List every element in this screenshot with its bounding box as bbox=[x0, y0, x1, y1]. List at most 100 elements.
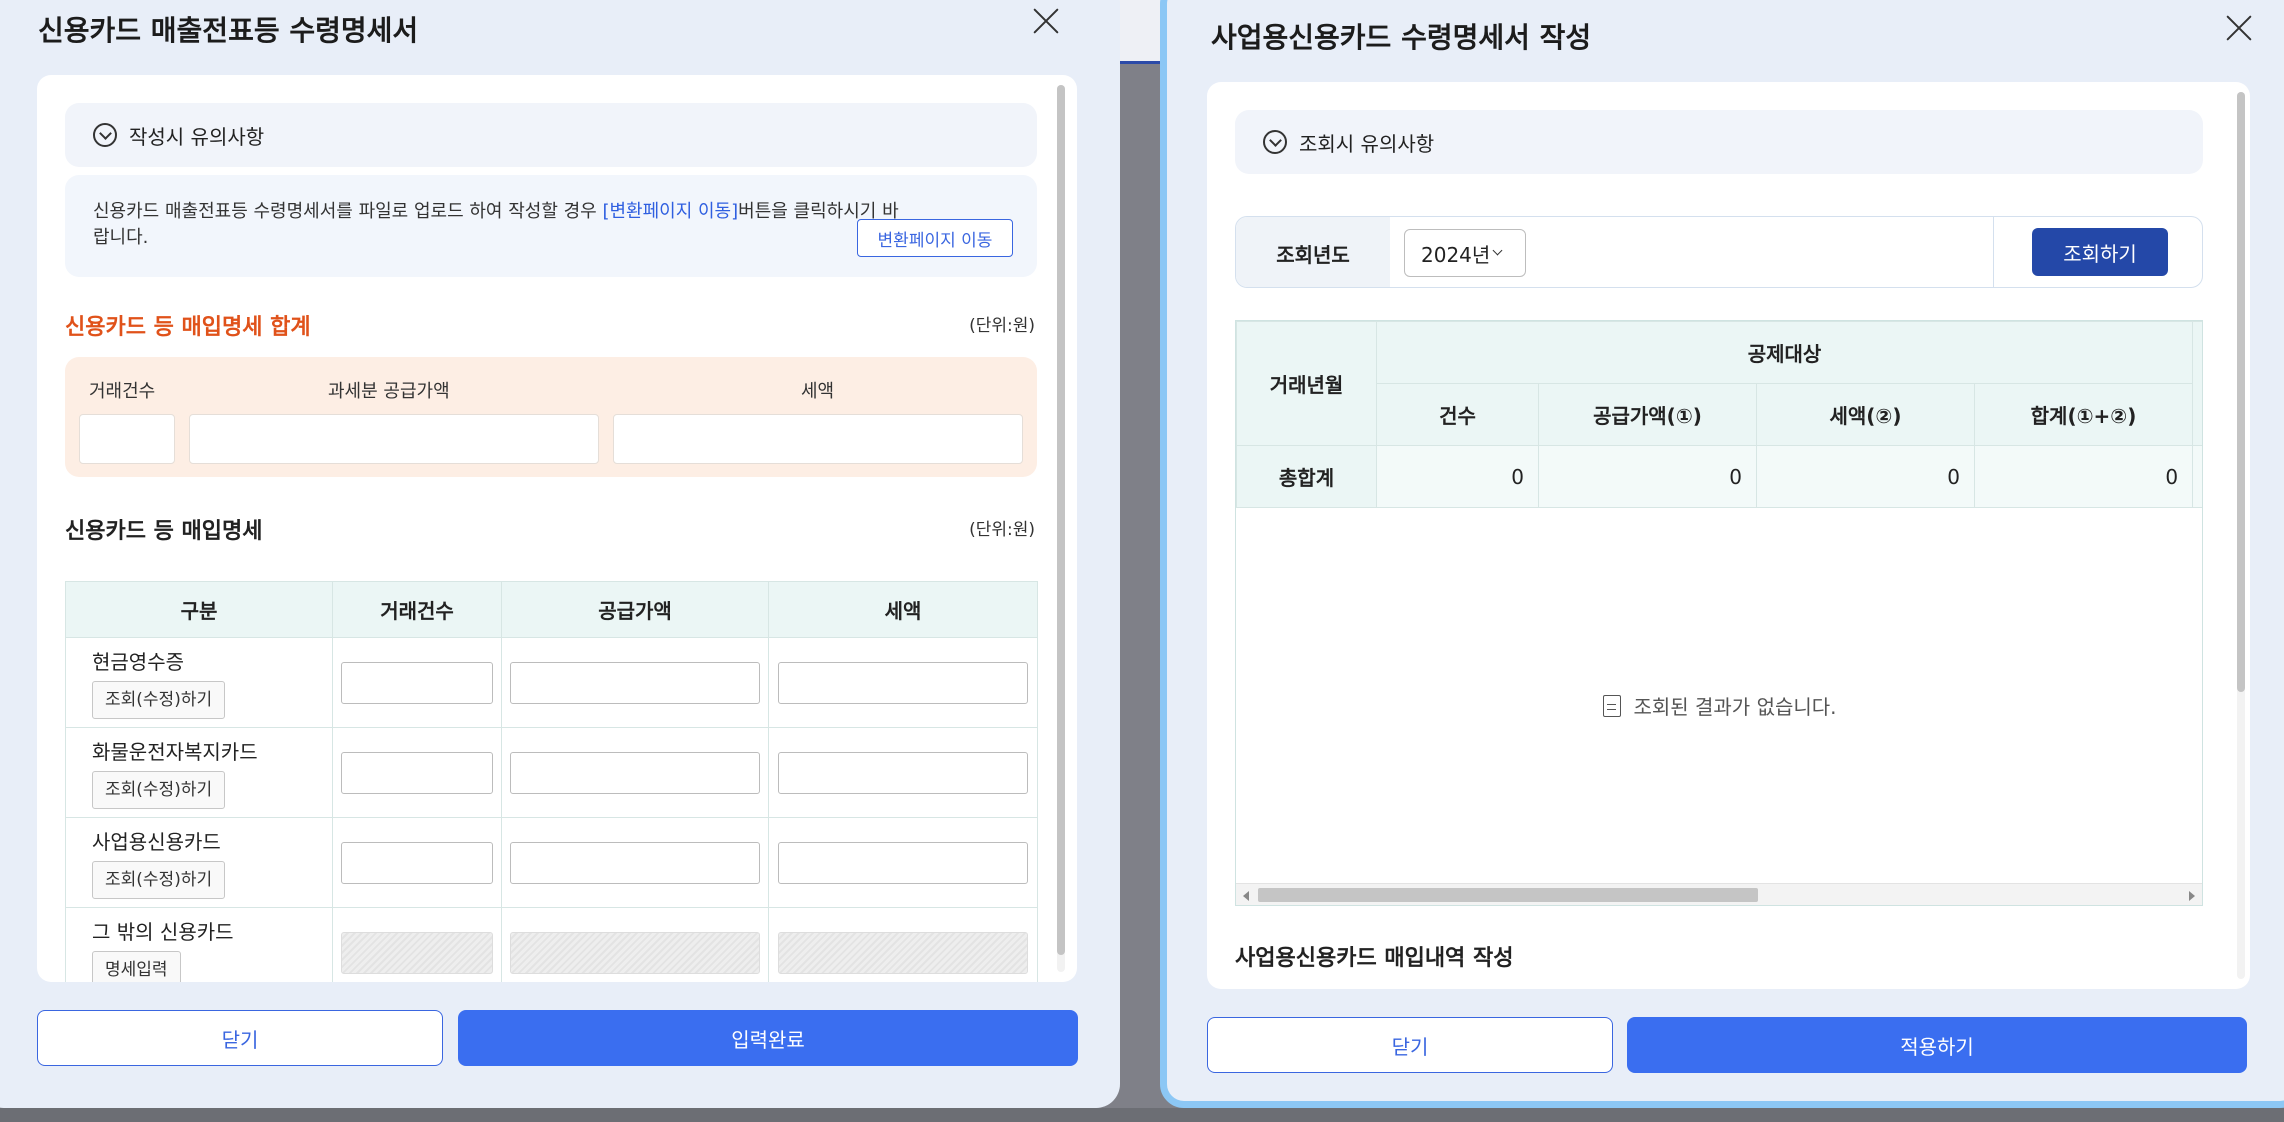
info-text: 신용카드 매출전표등 수령명세서를 파일로 업로드 하여 작성할 경우 [변환페… bbox=[93, 199, 913, 251]
submit-button[interactable]: 입력완료 bbox=[458, 1010, 1078, 1066]
business-card-statement-modal: 사업용신용카드 수령명세서 작성 조회시 유의사항 조회년도 2024년 조회하… bbox=[1160, 0, 2284, 1108]
col-header-extra bbox=[2192, 321, 2202, 446]
col-header-tax: 세액(②) bbox=[1756, 383, 1975, 446]
count-cell bbox=[332, 907, 502, 982]
background-page-footer bbox=[0, 1108, 2284, 1122]
empty-message: 조회된 결과가 없습니다. bbox=[1633, 695, 1837, 719]
selected-year: 2024년 bbox=[1421, 242, 1491, 267]
info-link-text: [변환페이지 이동] bbox=[602, 201, 739, 222]
count-input[interactable] bbox=[341, 661, 493, 704]
tax-input[interactable] bbox=[778, 841, 1028, 884]
horizontal-scrollbar[interactable] bbox=[1236, 883, 2202, 905]
row-label-cell: 화물운전자복지카드 조회(수정)하기 bbox=[65, 727, 333, 818]
vertical-scrollbar[interactable] bbox=[1057, 85, 1065, 972]
col-header-total: 합계(①+②) bbox=[1973, 383, 2194, 446]
row-label-cell: 그 밖의 신용카드 명세입력 bbox=[65, 907, 333, 982]
col-header-count: 건수 bbox=[1376, 383, 1539, 446]
total-supply-field[interactable] bbox=[189, 414, 599, 464]
count-cell bbox=[332, 727, 502, 818]
year-filter-bar: 조회년도 2024년 조회하기 bbox=[1235, 216, 2203, 288]
count-cell bbox=[332, 817, 502, 908]
upload-info-box: 신용카드 매출전표등 수령명세서를 파일로 업로드 하여 작성할 경우 [변환페… bbox=[65, 175, 1037, 277]
tax-input-disabled bbox=[778, 931, 1028, 974]
close-button[interactable]: 닫기 bbox=[1207, 1017, 1613, 1073]
total-supply: 0 bbox=[1538, 445, 1757, 508]
total-sum: 0 bbox=[1973, 445, 2194, 508]
close-icon[interactable] bbox=[1031, 6, 1061, 36]
count-input[interactable] bbox=[341, 841, 493, 884]
scroll-right-icon[interactable] bbox=[2189, 891, 2195, 901]
row-name: 현금영수증 bbox=[92, 650, 184, 674]
accordion-label: 작성시 유의사항 bbox=[129, 124, 265, 149]
table-row: 현금영수증 조회(수정)하기 bbox=[65, 637, 1038, 728]
year-select[interactable]: 2024년 bbox=[1404, 229, 1526, 277]
supply-cell bbox=[501, 637, 769, 728]
supply-input[interactable] bbox=[510, 841, 760, 884]
search-button[interactable]: 조회하기 bbox=[2032, 228, 2168, 276]
apply-button[interactable]: 적용하기 bbox=[1627, 1017, 2247, 1073]
supply-cell bbox=[501, 727, 769, 818]
info-text-part: 신용카드 매출전표등 수령명세서를 파일로 업로드 하여 작성할 경우 bbox=[93, 201, 603, 222]
scroll-left-icon[interactable] bbox=[1243, 891, 1249, 901]
close-icon[interactable] bbox=[2224, 13, 2254, 43]
supply-label: 과세분 공급가액 bbox=[328, 381, 450, 402]
col-header-deduction: 공제대상 bbox=[1375, 321, 2194, 384]
total-row: 총합계 0 0 0 0 bbox=[1236, 445, 2202, 508]
total-count-field[interactable] bbox=[79, 414, 175, 464]
scrollbar-thumb[interactable] bbox=[2237, 92, 2245, 692]
row-name: 사업용신용카드 bbox=[92, 830, 221, 854]
col-header-category: 구분 bbox=[65, 581, 333, 638]
tax-cell bbox=[768, 727, 1038, 818]
modal-body: 조회시 유의사항 조회년도 2024년 조회하기 거래년월 공제대상 건수 공급… bbox=[1207, 82, 2250, 989]
tax-cell bbox=[768, 907, 1038, 982]
total-count: 0 bbox=[1376, 445, 1539, 508]
summary-section-title: 신용카드 등 매입명세 합계 bbox=[65, 315, 311, 340]
table-row: 그 밖의 신용카드 명세입력 bbox=[65, 907, 1038, 982]
tax-cell bbox=[768, 817, 1038, 908]
row-label-cell: 사업용신용카드 조회(수정)하기 bbox=[65, 817, 333, 908]
vertical-scrollbar[interactable] bbox=[2237, 92, 2245, 979]
supply-input-disabled bbox=[510, 931, 760, 974]
document-icon bbox=[1603, 694, 1622, 717]
col-header-month: 거래년월 bbox=[1236, 321, 1377, 446]
table-row: 사업용신용카드 조회(수정)하기 bbox=[65, 817, 1038, 908]
writing-notice-accordion[interactable]: 작성시 유의사항 bbox=[65, 103, 1037, 167]
accordion-label: 조회시 유의사항 bbox=[1299, 131, 1435, 156]
chevron-down-icon bbox=[1492, 245, 1503, 256]
col-header-supply: 공급가액 bbox=[501, 581, 769, 638]
count-input[interactable] bbox=[341, 751, 493, 794]
detail-input-button[interactable]: 명세입력 bbox=[92, 951, 181, 982]
total-tax-field[interactable] bbox=[613, 414, 1023, 464]
tax-input[interactable] bbox=[778, 751, 1028, 794]
close-button[interactable]: 닫기 bbox=[37, 1010, 443, 1066]
table-row: 화물운전자복지카드 조회(수정)하기 bbox=[65, 727, 1038, 818]
inquiry-edit-button[interactable]: 조회(수정)하기 bbox=[92, 681, 226, 719]
row-name: 화물운전자복지카드 bbox=[92, 740, 258, 764]
tax-label: 세액 bbox=[801, 381, 835, 402]
table-header-row: 거래년월 공제대상 bbox=[1236, 321, 2202, 446]
inquiry-edit-button[interactable]: 조회(수정)하기 bbox=[92, 771, 226, 809]
detail-section-title: 신용카드 등 매입명세 bbox=[65, 519, 263, 544]
summary-box: 거래건수 과세분 공급가액 세액 bbox=[65, 357, 1037, 477]
supply-input[interactable] bbox=[510, 751, 760, 794]
empty-result: 조회된 결과가 없습니다. bbox=[1236, 691, 2202, 720]
count-cell bbox=[332, 637, 502, 728]
inquiry-notice-accordion[interactable]: 조회시 유의사항 bbox=[1235, 110, 2203, 174]
row-name: 그 밖의 신용카드 bbox=[92, 920, 234, 944]
total-extra bbox=[2192, 445, 2202, 508]
convert-page-button[interactable]: 변환페이지 이동 bbox=[857, 219, 1013, 257]
supply-cell bbox=[501, 817, 769, 908]
supply-input[interactable] bbox=[510, 661, 760, 704]
count-label: 거래건수 bbox=[89, 381, 156, 402]
purchase-detail-section-title: 사업용신용카드 매입내역 작성 bbox=[1235, 946, 1514, 971]
tax-input[interactable] bbox=[778, 661, 1028, 704]
scrollbar-thumb[interactable] bbox=[1057, 85, 1065, 955]
inquiry-edit-button[interactable]: 조회(수정)하기 bbox=[92, 861, 226, 899]
unit-label: (단위:원) bbox=[969, 316, 1035, 336]
row-label-cell: 현금영수증 조회(수정)하기 bbox=[65, 637, 333, 728]
supply-cell bbox=[501, 907, 769, 982]
scrollbar-thumb[interactable] bbox=[1258, 888, 1758, 902]
unit-label: (단위:원) bbox=[969, 520, 1035, 540]
modal-title: 신용카드 매출전표등 수령명세서 bbox=[38, 14, 419, 47]
table-subheader-row: 건수 공급가액(①) 세액(②) 합계(①+②) bbox=[1237, 383, 2203, 446]
